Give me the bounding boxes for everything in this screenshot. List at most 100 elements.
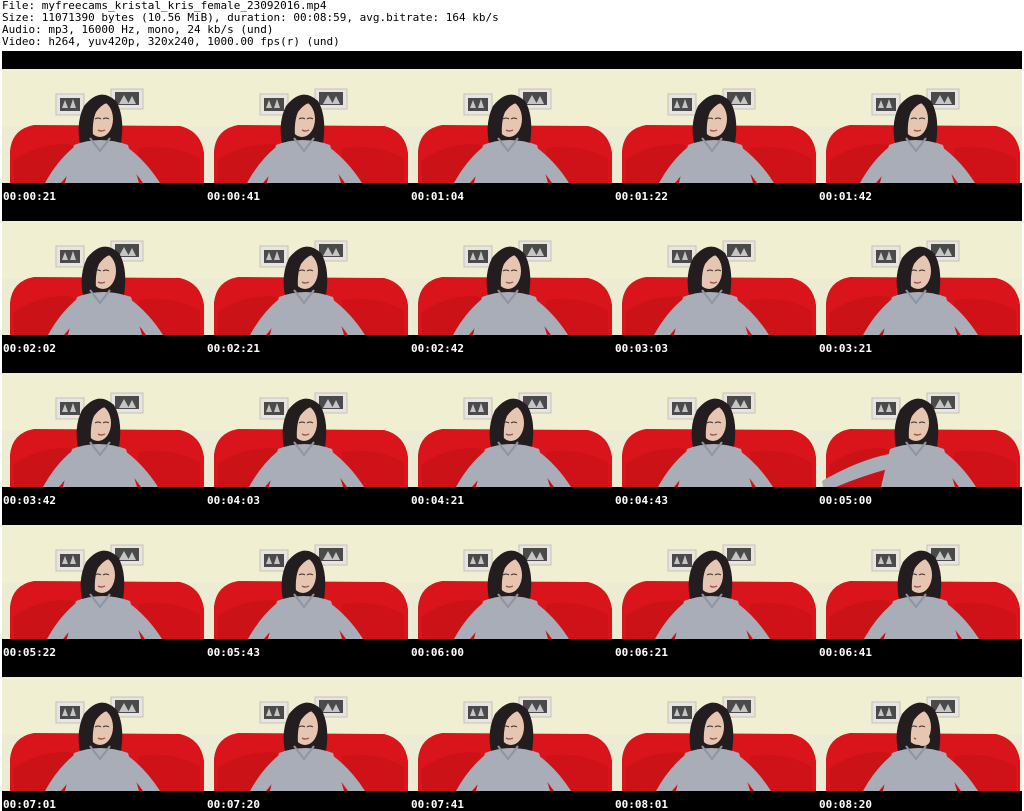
video-frame-thumbnail [410,373,614,487]
video-frame-thumbnail [2,221,206,335]
thumbnail-cell: 00:04:43 [614,355,818,507]
video-frame-thumbnail [206,373,410,487]
timestamp-label: 00:04:03 [207,494,260,507]
thumbnail-cell: 00:05:43 [206,507,410,659]
thumbnail-cell: 00:05:00 [818,355,1022,507]
thumbnail-grid: 00:00:21 00:00:41 00:01:04 00:01:22 00:0… [2,51,1022,811]
video-frame-thumbnail [818,677,1022,791]
thumbnail-cell: 00:02:02 [2,203,206,355]
video-frame-image [410,677,614,791]
thumbnail-cell: 00:06:00 [410,507,614,659]
video-frame-image [206,525,410,639]
video-frame-thumbnail [206,69,410,183]
timestamp-label: 00:08:01 [615,798,668,811]
video-frame-image [2,69,206,183]
video-frame-thumbnail [206,677,410,791]
timestamp-label: 00:06:00 [411,646,464,659]
video-frame-image [410,373,614,487]
video-frame-thumbnail [614,221,818,335]
timestamp-label: 00:06:21 [615,646,668,659]
video-frame-image [410,525,614,639]
video-frame-image [410,221,614,335]
video-frame-image [2,221,206,335]
video-frame-thumbnail [410,677,614,791]
video-frame-image [818,525,1022,639]
video-frame-image [206,373,410,487]
timestamp-label: 00:02:02 [3,342,56,355]
video-frame-thumbnail [2,677,206,791]
thumbnail-cell: 00:07:01 [2,659,206,811]
thumbnail-cell: 00:04:03 [206,355,410,507]
video-frame-image [614,677,818,791]
video-info-line: Video: h264, yuv420p, 320x240, 1000.00 f… [2,35,340,48]
video-frame-thumbnail [614,525,818,639]
timestamp-label: 00:04:43 [615,494,668,507]
thumbnail-cell: 00:06:21 [614,507,818,659]
video-frame-thumbnail [614,373,818,487]
timestamp-label: 00:01:04 [411,190,464,203]
video-frame-image [614,69,818,183]
video-frame-image [818,677,1022,791]
thumbnail-cell: 00:02:42 [410,203,614,355]
thumbnail-cell: 00:00:41 [206,51,410,203]
thumbnail-cell: 00:07:20 [206,659,410,811]
video-frame-thumbnail [614,69,818,183]
video-frame-image [206,221,410,335]
thumbnail-cell: 00:03:42 [2,355,206,507]
video-frame-thumbnail [410,69,614,183]
video-frame-image [614,221,818,335]
thumbnail-cell: 00:03:21 [818,203,1022,355]
video-frame-thumbnail [206,525,410,639]
video-frame-thumbnail [2,525,206,639]
video-frame-image [818,373,1022,487]
video-frame-thumbnail [818,373,1022,487]
timestamp-label: 00:03:21 [819,342,872,355]
thumbnail-cell: 00:06:41 [818,507,1022,659]
timestamp-label: 00:05:43 [207,646,260,659]
timestamp-label: 00:01:22 [615,190,668,203]
timestamp-label: 00:07:20 [207,798,260,811]
timestamp-label: 00:08:20 [819,798,872,811]
video-frame-image [2,677,206,791]
timestamp-label: 00:05:22 [3,646,56,659]
timestamp-label: 00:07:01 [3,798,56,811]
timestamp-label: 00:07:41 [411,798,464,811]
thumbnail-cell: 00:08:20 [818,659,1022,811]
timestamp-label: 00:00:41 [207,190,260,203]
video-frame-thumbnail [206,221,410,335]
video-frame-image [614,525,818,639]
thumbnail-cell: 00:00:21 [2,51,206,203]
timestamp-label: 00:05:00 [819,494,872,507]
timestamp-label: 00:06:41 [819,646,872,659]
timestamp-label: 00:02:42 [411,342,464,355]
video-frame-image [818,221,1022,335]
thumbnail-cell: 00:05:22 [2,507,206,659]
thumbnail-cell: 00:03:03 [614,203,818,355]
thumbnail-cell: 00:02:21 [206,203,410,355]
thumbnail-sheet: 00:00:21 00:00:41 00:01:04 00:01:22 00:0… [2,51,1022,811]
thumbnail-cell: 00:01:42 [818,51,1022,203]
thumbnail-cell: 00:04:21 [410,355,614,507]
video-frame-image [818,69,1022,183]
timestamp-label: 00:01:42 [819,190,872,203]
video-frame-thumbnail [818,525,1022,639]
video-frame-image [206,69,410,183]
video-frame-image [2,525,206,639]
timestamp-label: 00:02:21 [207,342,260,355]
video-frame-thumbnail [614,677,818,791]
timestamp-label: 00:03:42 [3,494,56,507]
thumbnail-cell: 00:07:41 [410,659,614,811]
video-frame-thumbnail [818,69,1022,183]
video-frame-image [206,677,410,791]
thumbnail-cell: 00:08:01 [614,659,818,811]
video-frame-image [614,373,818,487]
video-frame-image [410,69,614,183]
thumbnail-cell: 00:01:04 [410,51,614,203]
file-info-header: File: myfreecams_kristal_kris_female_230… [2,0,1022,50]
timestamp-label: 00:04:21 [411,494,464,507]
timestamp-label: 00:03:03 [615,342,668,355]
video-frame-thumbnail [818,221,1022,335]
video-frame-thumbnail [2,373,206,487]
thumbnail-cell: 00:01:22 [614,51,818,203]
video-frame-image [2,373,206,487]
